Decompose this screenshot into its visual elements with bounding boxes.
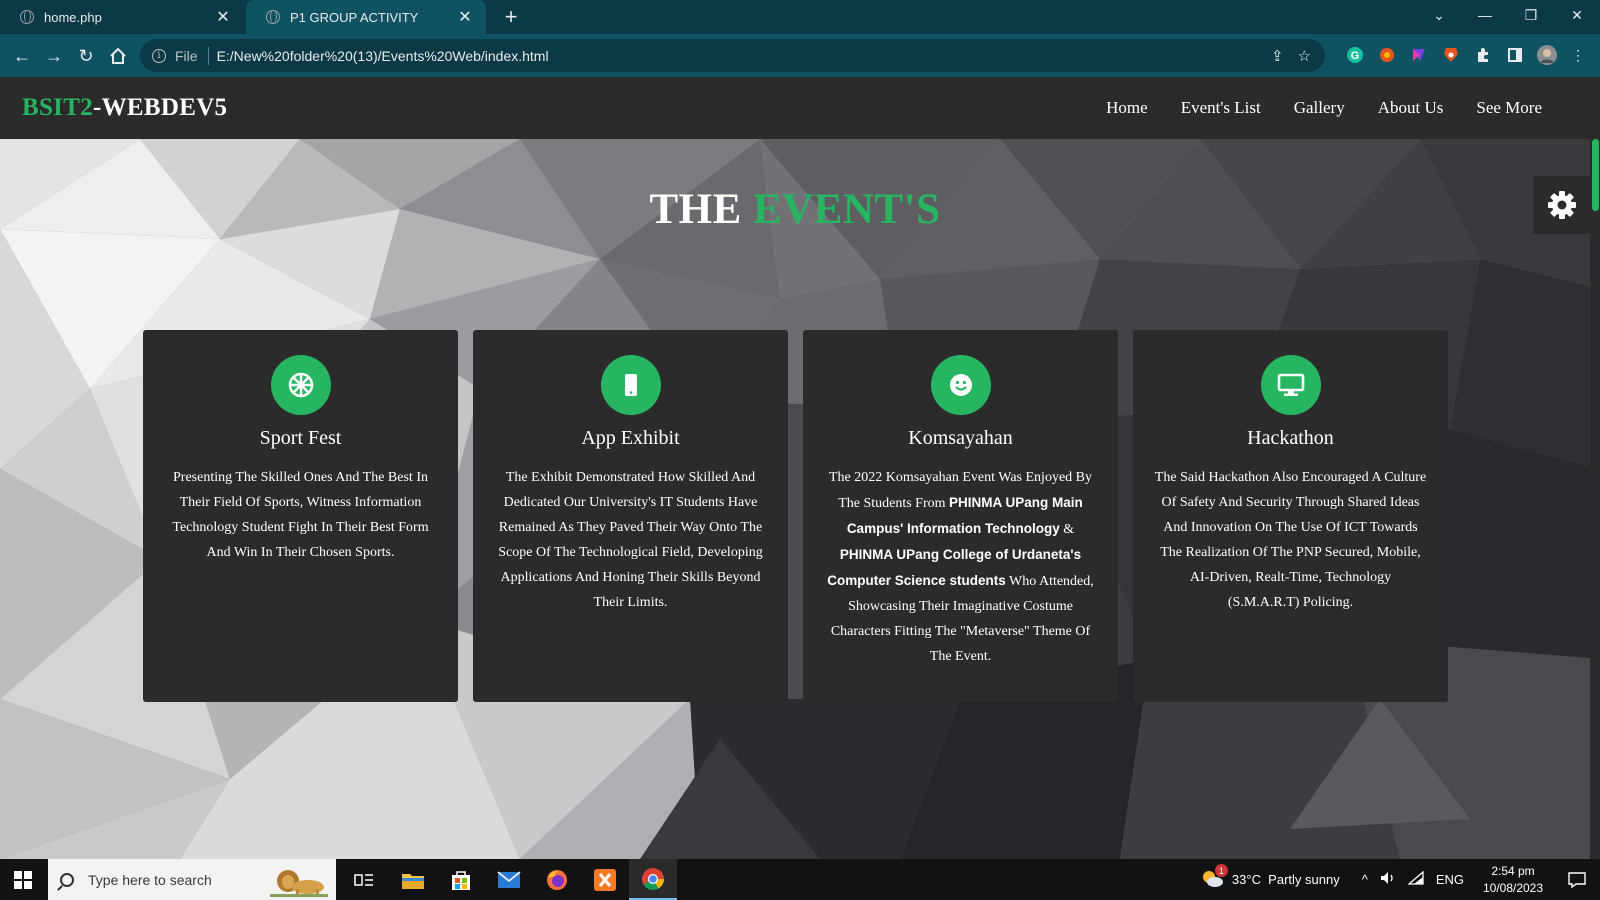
wifi-icon[interactable] (1407, 870, 1424, 888)
site-logo[interactable]: BSIT2-WEBDEV5 (22, 94, 227, 122)
windows-start-icon[interactable] (14, 871, 32, 889)
clock-time: 2:54 pm (1491, 863, 1535, 878)
logo-green-text: BSIT2 (22, 94, 93, 121)
event-cards: Sport Fest Presenting The Skilled Ones A… (143, 330, 1448, 702)
bookmark-star-icon[interactable]: ☆ (1298, 47, 1311, 65)
browser-toolbar: ← → ↻ i File E:/New%20folder%20(13)/Even… (0, 34, 1600, 77)
event-card-description: Presenting The Skilled Ones And The Best… (172, 470, 429, 560)
new-tab-button[interactable]: + (498, 4, 524, 30)
weather-text[interactable]: 33°C Partly sunny (1232, 872, 1340, 887)
globe-icon (266, 10, 280, 24)
svg-text:G: G (1351, 50, 1360, 62)
globe-icon (20, 10, 34, 24)
language-indicator[interactable]: ENG (1436, 872, 1464, 887)
basketball-icon (270, 355, 331, 415)
notification-center-icon[interactable] (1554, 871, 1600, 888)
weather-alert-badge: 1 (1214, 864, 1228, 877)
gear-icon (1548, 191, 1576, 219)
event-card-title: Komsayahan (908, 427, 1013, 449)
settings-button[interactable] (1533, 176, 1591, 234)
weather-icon[interactable]: 1 (1200, 864, 1228, 891)
browser-menu-icon[interactable]: ⋮ (1568, 45, 1588, 65)
event-card-description: The 2022 Komsayahan Event Was Enjoyed By… (803, 465, 1118, 669)
event-card-description: The Said Hackathon Also Encouraged A Cul… (1154, 470, 1427, 610)
system-tray: 1 33°C Partly sunny ^ ENG 2:54 pm 10/08/… (1200, 859, 1600, 900)
event-card-title: Hackathon (1247, 427, 1334, 449)
nav-link-events-list[interactable]: Event's List (1181, 98, 1261, 118)
tab-title: P1 GROUP ACTIVITY (290, 9, 419, 25)
back-icon[interactable]: ← (10, 44, 34, 68)
reload-icon[interactable]: ↻ (74, 44, 98, 68)
mail-icon[interactable] (485, 859, 533, 900)
event-card-hackathon: Hackathon The Said Hackathon Also Encour… (1133, 330, 1448, 702)
event-card-description: The Exhibit Demonstrated How Skilled And… (498, 470, 763, 610)
logo-white-text: -WEBDEV5 (92, 94, 228, 121)
windows-taskbar: Type here to search 1 33°C Partly sunny … (0, 859, 1600, 900)
chrome-icon[interactable] (629, 859, 677, 900)
event-card-app-exhibit: App Exhibit The Exhibit Demonstrated How… (473, 330, 788, 702)
url-text[interactable]: E:/New%20folder%20(13)/Events%20Web/inde… (217, 48, 549, 64)
address-bar[interactable]: i File E:/New%20folder%20(13)/Events%20W… (140, 39, 1325, 72)
browser-tab-strip: home.php ✕ P1 GROUP ACTIVITY ✕ + ⌄ — ❐ ✕ (0, 0, 1600, 34)
event-card-sport-fest: Sport Fest Presenting The Skilled Ones A… (143, 330, 458, 702)
share-icon[interactable]: ⇪ (1271, 47, 1284, 65)
nav-link-about-us[interactable]: About Us (1378, 98, 1444, 118)
desktop-icon (1260, 355, 1321, 415)
section-heading: THE EVENT'S (0, 185, 1590, 234)
browser-tab-home[interactable]: home.php ✕ (0, 0, 244, 34)
file-explorer-icon[interactable] (389, 859, 437, 900)
divider (207, 46, 209, 65)
close-tab-icon[interactable]: ✕ (214, 7, 232, 27)
task-view-icon[interactable] (340, 859, 388, 900)
taskbar-search-box[interactable]: Type here to search (48, 859, 336, 900)
profile-avatar[interactable] (1537, 45, 1557, 65)
tab-title: home.php (44, 9, 102, 25)
grammarly-extension-icon[interactable]: G (1345, 45, 1365, 65)
scrollbar-thumb[interactable] (1592, 139, 1599, 211)
site-info-icon[interactable]: i (152, 48, 166, 63)
heading-white-text: THE (649, 186, 742, 233)
search-icon (60, 872, 74, 887)
brave-lion-extension-icon[interactable] (1441, 45, 1461, 65)
description-text: & (1059, 522, 1075, 537)
search-placeholder: Type here to search (88, 871, 212, 888)
tab-search-icon[interactable]: ⌄ (1416, 0, 1462, 30)
event-card-title: Sport Fest (259, 427, 342, 449)
extensions-puzzle-icon[interactable] (1473, 45, 1493, 65)
browser-tab-group-activity[interactable]: P1 GROUP ACTIVITY ✕ (246, 0, 486, 34)
window-controls-right: ❐ ✕ (1508, 0, 1600, 30)
nav-link-gallery[interactable]: Gallery (1294, 98, 1345, 118)
forward-icon[interactable]: → (42, 44, 66, 68)
smiley-icon (930, 355, 991, 415)
url-scheme-label: File (175, 47, 198, 64)
side-panel-icon[interactable] (1505, 45, 1525, 65)
event-card-title: App Exhibit (581, 427, 680, 449)
mobile-icon (600, 355, 661, 415)
heading-green-text: EVENT'S (753, 186, 941, 233)
nav-link-home[interactable]: Home (1106, 98, 1148, 118)
close-tab-icon[interactable]: ✕ (456, 7, 474, 27)
xampp-icon[interactable] (581, 859, 629, 900)
clock[interactable]: 2:54 pm 10/08/2023 (1472, 863, 1554, 897)
honey-extension-icon[interactable] (1377, 45, 1397, 65)
show-hidden-icons-icon[interactable]: ^ (1362, 872, 1368, 887)
site-navbar: BSIT2-WEBDEV5 Home Event's List Gallery … (0, 77, 1600, 139)
main-menu: Home Event's List Gallery About Us See M… (1106, 77, 1542, 139)
window-controls: ⌄ — (1416, 0, 1508, 30)
minimize-icon[interactable]: — (1462, 0, 1508, 30)
flag-extension-icon[interactable] (1409, 45, 1429, 65)
close-window-icon[interactable]: ✕ (1554, 0, 1600, 30)
firefox-icon[interactable] (533, 859, 581, 900)
home-icon[interactable] (106, 44, 130, 68)
event-card-komsayahan: Komsayahan The 2022 Komsayahan Event Was… (803, 330, 1118, 702)
search-highlight-lion-icon (270, 870, 328, 897)
web-page: BSIT2-WEBDEV5 Home Event's List Gallery … (0, 77, 1600, 859)
restore-icon[interactable]: ❐ (1508, 0, 1554, 30)
nav-link-see-more[interactable]: See More (1476, 98, 1542, 118)
clock-date: 10/08/2023 (1482, 880, 1544, 895)
microsoft-store-icon[interactable] (437, 859, 485, 900)
volume-icon[interactable] (1380, 871, 1396, 888)
